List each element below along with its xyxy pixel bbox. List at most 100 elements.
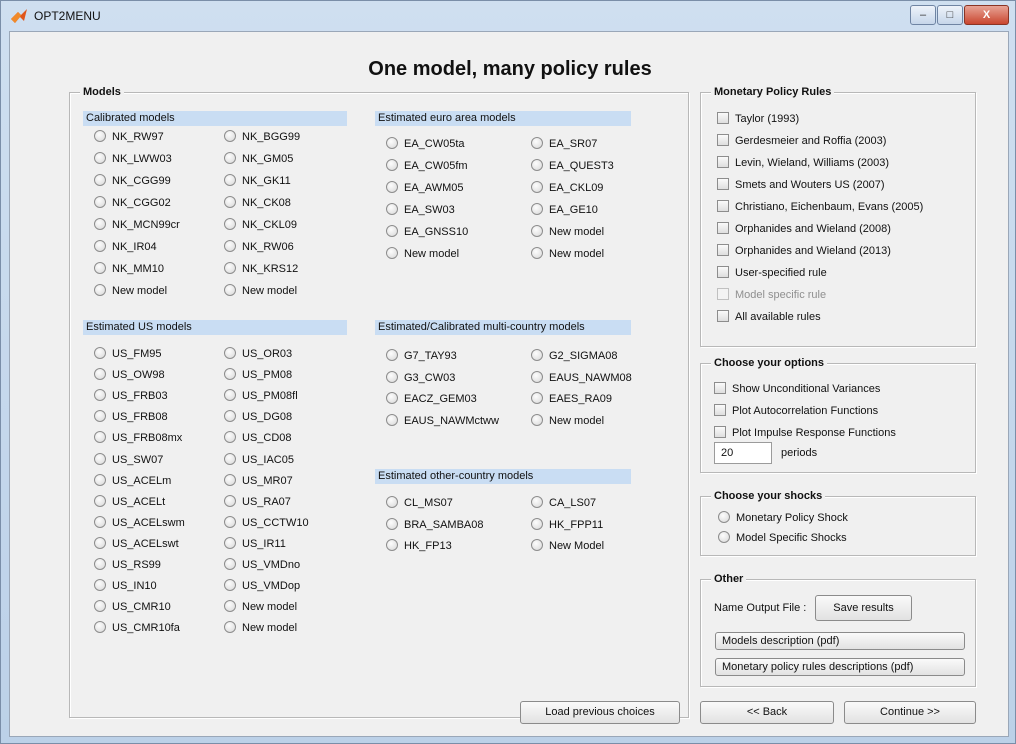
rule-checkbox[interactable]: User-specified rule [717, 265, 827, 281]
calibrated-model-radio[interactable]: NK_BGG99 [224, 129, 300, 145]
us-model-radio[interactable]: US_OR03 [224, 346, 292, 362]
multi-country-model-radio[interactable]: G7_TAY93 [386, 348, 457, 364]
euro-model-radio[interactable]: EA_CW05fm [386, 158, 468, 174]
radio-circle-icon[interactable] [94, 240, 106, 253]
checkbox-box-icon[interactable] [717, 266, 729, 279]
radio-circle-icon[interactable] [531, 370, 543, 383]
radio-circle-icon[interactable] [224, 152, 236, 165]
other-country-model-radio[interactable]: CL_MS07 [386, 495, 453, 511]
radio-circle-icon[interactable] [386, 539, 398, 552]
us-model-radio[interactable]: US_SW07 [94, 452, 163, 468]
us-model-radio[interactable]: US_IN10 [94, 578, 157, 594]
us-model-radio[interactable]: US_ACELt [94, 494, 165, 510]
multi-country-model-radio[interactable]: G2_SIGMA08 [531, 348, 617, 364]
calibrated-model-radio[interactable]: New model [94, 283, 167, 299]
other-country-model-radio[interactable]: HK_FPP11 [531, 517, 603, 533]
radio-circle-icon[interactable] [94, 621, 106, 634]
radio-circle-icon[interactable] [531, 137, 543, 150]
radio-circle-icon[interactable] [224, 240, 236, 253]
us-model-radio[interactable]: US_RS99 [94, 557, 161, 573]
euro-model-radio[interactable]: EA_QUEST3 [531, 158, 614, 174]
other-country-model-radio[interactable]: CA_LS07 [531, 495, 596, 511]
radio-circle-icon[interactable] [386, 413, 398, 426]
us-model-radio[interactable]: US_VMDop [224, 578, 300, 594]
radio-circle-icon[interactable] [531, 413, 543, 426]
radio-circle-icon[interactable] [386, 225, 398, 238]
radio-circle-icon[interactable] [531, 349, 543, 362]
euro-model-radio[interactable]: EA_CKL09 [531, 180, 603, 196]
calibrated-model-radio[interactable]: NK_LWW03 [94, 151, 172, 167]
rule-checkbox[interactable]: Orphanides and Wieland (2013) [717, 243, 891, 259]
radio-circle-icon[interactable] [224, 130, 236, 143]
multi-country-model-radio[interactable]: EAUS_NAWM08 [531, 370, 632, 386]
radio-circle-icon[interactable] [224, 473, 236, 486]
us-model-radio[interactable]: New model [224, 599, 297, 615]
calibrated-model-radio[interactable]: NK_GK11 [224, 173, 291, 189]
maximize-button[interactable]: □ [937, 5, 963, 25]
multi-country-model-radio[interactable]: EAES_RA09 [531, 391, 612, 407]
calibrated-model-radio[interactable]: NK_CKL09 [224, 217, 297, 233]
calibrated-model-radio[interactable]: NK_MM10 [94, 261, 164, 277]
option-checkbox[interactable]: Plot Autocorrelation Functions [714, 403, 878, 419]
rule-checkbox[interactable]: Christiano, Eichenbaum, Evans (2005) [717, 199, 923, 215]
us-model-radio[interactable]: US_OW98 [94, 367, 165, 383]
calibrated-model-radio[interactable]: NK_CK08 [224, 195, 291, 211]
calibrated-model-radio[interactable]: NK_CGG99 [94, 173, 171, 189]
radio-circle-icon[interactable] [386, 349, 398, 362]
periods-input[interactable]: 20 [714, 442, 772, 464]
radio-circle-icon[interactable] [224, 431, 236, 444]
multi-country-model-radio[interactable]: G3_CW03 [386, 370, 455, 386]
load-previous-choices-button[interactable]: Load previous choices [520, 701, 680, 724]
us-model-radio[interactable]: US_CD08 [224, 430, 292, 446]
radio-circle-icon[interactable] [94, 515, 106, 528]
euro-model-radio[interactable]: EA_SR07 [531, 136, 597, 152]
radio-circle-icon[interactable] [386, 137, 398, 150]
radio-circle-icon[interactable] [94, 284, 106, 297]
radio-circle-icon[interactable] [224, 536, 236, 549]
us-model-radio[interactable]: US_CCTW10 [224, 515, 309, 531]
checkbox-box-icon[interactable] [714, 404, 726, 417]
us-model-radio[interactable]: US_DG08 [224, 409, 292, 425]
checkbox-box-icon[interactable] [717, 112, 729, 125]
rule-checkbox[interactable]: Smets and Wouters US (2007) [717, 177, 885, 193]
radio-circle-icon[interactable] [94, 410, 106, 423]
us-model-radio[interactable]: US_CMR10fa [94, 620, 180, 636]
other-country-model-radio[interactable]: HK_FP13 [386, 538, 452, 554]
radio-circle-icon[interactable] [531, 225, 543, 238]
rule-checkbox[interactable]: Orphanides and Wieland (2008) [717, 221, 891, 237]
radio-circle-icon[interactable] [94, 196, 106, 209]
us-model-radio[interactable]: US_MR07 [224, 473, 293, 489]
radio-circle-icon[interactable] [531, 392, 543, 405]
radio-circle-icon[interactable] [224, 600, 236, 613]
radio-circle-icon[interactable] [94, 494, 106, 507]
radio-circle-icon[interactable] [531, 517, 543, 530]
us-model-radio[interactable]: US_IR11 [224, 536, 286, 552]
euro-model-radio[interactable]: EA_AWM05 [386, 180, 464, 196]
us-model-radio[interactable]: US_FRB08 [94, 409, 168, 425]
radio-circle-icon[interactable] [224, 410, 236, 423]
radio-circle-icon[interactable] [386, 159, 398, 172]
calibrated-model-radio[interactable]: NK_IR04 [94, 239, 157, 255]
radio-circle-icon[interactable] [224, 284, 236, 297]
radio-circle-icon[interactable] [224, 196, 236, 209]
radio-circle-icon[interactable] [224, 218, 236, 231]
shock-radio[interactable]: Model Specific Shocks [718, 530, 847, 546]
checkbox-box-icon[interactable] [714, 426, 726, 439]
checkbox-box-icon[interactable] [717, 134, 729, 147]
radio-circle-icon[interactable] [94, 368, 106, 381]
radio-circle-icon[interactable] [386, 517, 398, 530]
radio-circle-icon[interactable] [531, 203, 543, 216]
radio-circle-icon[interactable] [531, 247, 543, 260]
calibrated-model-radio[interactable]: NK_KRS12 [224, 261, 298, 277]
radio-circle-icon[interactable] [386, 203, 398, 216]
radio-circle-icon[interactable] [94, 152, 106, 165]
option-checkbox[interactable]: Show Unconditional Variances [714, 381, 880, 397]
multi-country-model-radio[interactable]: New model [531, 413, 604, 429]
other-country-model-radio[interactable]: BRA_SAMBA08 [386, 517, 483, 533]
radio-circle-icon[interactable] [718, 511, 730, 524]
radio-circle-icon[interactable] [94, 600, 106, 613]
radio-circle-icon[interactable] [386, 392, 398, 405]
calibrated-model-radio[interactable]: NK_CGG02 [94, 195, 171, 211]
us-model-radio[interactable]: New model [224, 620, 297, 636]
back-button[interactable]: << Back [700, 701, 834, 724]
